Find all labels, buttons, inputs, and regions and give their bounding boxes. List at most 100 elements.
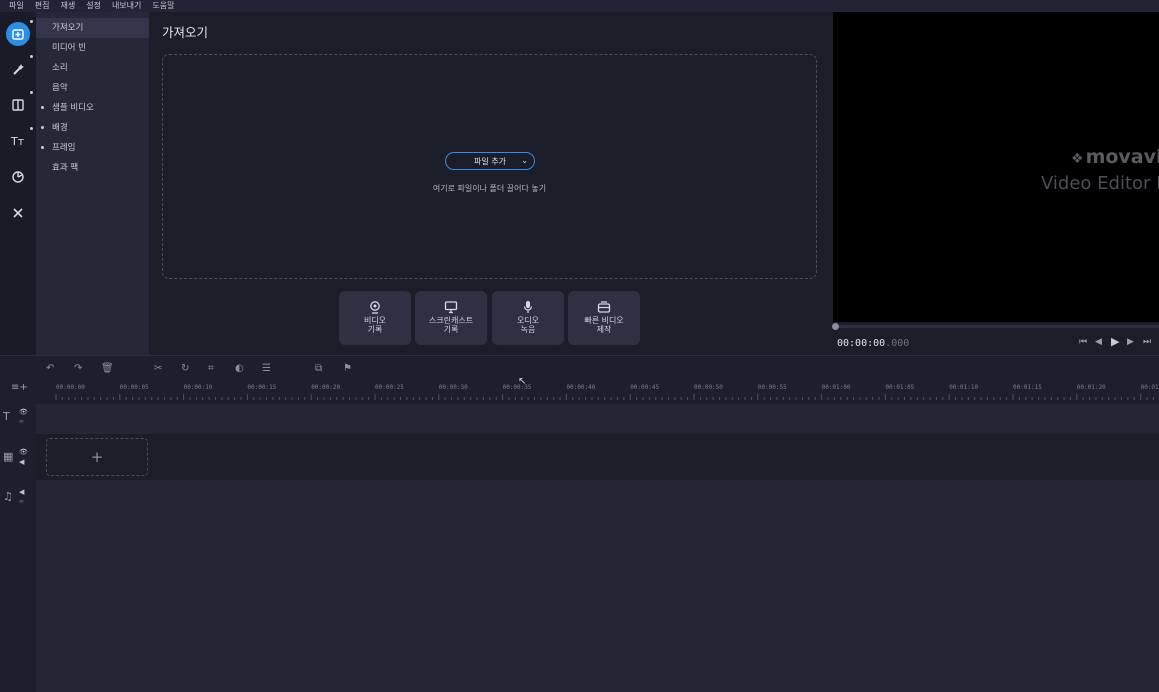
tool-sidebar: Tт [0,12,36,355]
overlay-icon[interactable]: ⧉ [315,363,322,374]
new-content-dot [41,146,44,149]
more-tools-button[interactable] [6,201,30,225]
seek-bar[interactable] [833,325,1159,328]
menu-bar: 파일 편집 재생 설정 내보내기 도움말 [0,0,1159,12]
ruler-tick-label: 00:00:00 [56,384,85,391]
category-label: 효과 팩 [52,163,79,173]
eye-icon[interactable]: 👁 [19,408,28,416]
category-label: 배경 [52,123,68,133]
screen-icon [444,301,458,314]
timecode-ms: .000 [885,338,910,349]
ruler-tick-label: 00:01:15 [1013,384,1042,391]
ruler-tick-label: 00:00:50 [694,384,723,391]
stickers-tool-button[interactable] [6,165,30,189]
menu-settings[interactable]: 설정 [86,0,101,12]
title-track[interactable] [36,404,1159,434]
new-content-dot [41,106,44,109]
record-video-button[interactable]: 비디오 기록 [339,291,411,345]
add-file-button[interactable]: 파일 추가 ⌄ [445,152,535,170]
movavi-logo-icon: ❖ [1071,151,1084,167]
notification-dot [30,55,33,58]
timeline-ruler[interactable]: 00:00:00 00:00:05 00:00:10 00:00:15 00:00:20… [36,380,1159,404]
record-screencast-label-1: 스크린캐스트 [428,316,474,325]
notification-dot [30,127,33,130]
record-screencast-label-2: 기록 [443,325,459,334]
webcam-icon [370,301,380,314]
category-music[interactable]: 음악 [36,78,149,98]
category-label: 미디어 빈 [52,43,86,53]
skip-start-icon[interactable]: ⏮ [1079,337,1087,347]
import-tool-button[interactable] [6,20,33,46]
ruler-tick-label: 00:00:15 [247,384,277,391]
category-media-bin[interactable]: 미디어 빈 [36,38,149,58]
add-track-icon[interactable]: ≡+ [11,382,28,393]
speaker-icon[interactable]: ◀ [19,488,24,496]
cut-icon[interactable]: ✂ [154,363,162,374]
category-label: 가져오기 [52,23,84,33]
video-track[interactable]: + [36,434,1159,480]
crop-icon[interactable]: ⌗ [208,363,214,374]
category-sample-videos[interactable]: 샘플 비디오 [36,98,149,118]
eye-icon[interactable]: 👁 [19,448,28,456]
title-track-icon: T [3,410,10,423]
ruler-tick-label: 00:01:25 [1140,384,1159,391]
menu-help[interactable]: 도움말 [152,0,174,12]
titles-icon: Tт [10,135,25,148]
add-file-label: 파일 추가 [474,156,506,166]
filters-tool-button[interactable] [6,55,33,81]
step-forward-icon[interactable]: ▶ [1127,337,1134,347]
clip-properties-icon[interactable]: ☰ [262,363,271,374]
link-icon[interactable]: ∞ [19,498,24,505]
record-screencast-button[interactable]: 스크린캐스트 기록 [415,291,487,345]
ruler-tick-label: 00:00:05 [119,384,149,391]
rotate-icon[interactable]: ↻ [181,363,189,374]
chevron-down-icon[interactable]: ⌄ [521,156,528,165]
import-category-list: 가져오기 미디어 빈 소리 음악 샘플 비디오 배경 프레임 효과 팩 [36,12,149,355]
video-player[interactable]: ❖ movavi Video Editor P [833,12,1159,322]
magic-wand-icon [13,64,24,75]
titles-tool-button[interactable]: Tт [6,127,33,153]
category-label: 소리 [52,63,68,73]
drop-zone[interactable]: 파일 추가 ⌄ 여기로 파일이나 폴더 끌어다 놓기 [162,54,817,279]
record-video-label-1: 비디오 [363,316,387,325]
record-audio-label-2: 녹음 [520,325,536,334]
notification-dot [30,20,33,23]
menu-export[interactable]: 내보내기 [112,0,141,12]
import-icon [12,29,24,40]
category-label: 프레임 [52,143,76,153]
video-track-icon: ▦ [3,450,14,463]
quick-video-icon [597,301,611,313]
category-backgrounds[interactable]: 배경 [36,118,149,138]
delete-icon[interactable]: 🗑 [101,363,114,374]
ruler-tick-label: 00:00:30 [438,384,468,391]
add-clip-button[interactable]: + [46,438,148,476]
mouse-cursor-icon: ↖ [518,376,527,387]
category-sounds[interactable]: 소리 [36,58,149,78]
menu-playback[interactable]: 재생 [60,0,75,12]
ruler-tick-label: 00:00:10 [183,384,213,391]
ruler-tick-label: 00:00:45 [630,384,660,391]
record-audio-button[interactable]: 오디오 녹음 [492,291,564,345]
seek-handle[interactable] [832,323,839,330]
link-icon[interactable]: ∞ [19,418,24,425]
redo-icon[interactable]: ↷ [74,363,82,374]
drop-hint: 여기로 파일이나 폴더 끌어다 놓기 [432,184,547,193]
ruler-tick-label: 00:00:25 [375,384,404,391]
color-adjust-icon[interactable]: ◐ [235,363,244,374]
audio-track[interactable] [36,480,1159,692]
marker-flag-icon[interactable]: ⚑ [343,363,352,374]
category-effect-packs[interactable]: 효과 팩 [36,158,149,178]
step-back-icon[interactable]: ◀ [1095,337,1102,347]
undo-icon[interactable]: ↶ [46,363,54,374]
notification-dot [30,91,33,94]
menu-file[interactable]: 파일 [9,0,24,12]
menu-edit[interactable]: 편집 [35,0,50,12]
quick-video-button[interactable]: 빠른 비디오 제작 [568,291,640,345]
category-frames[interactable]: 프레임 [36,138,149,158]
skip-end-icon[interactable]: ⏭ [1143,337,1151,347]
transitions-tool-button[interactable] [6,91,33,117]
speaker-icon[interactable]: ◀ [19,458,24,466]
category-import[interactable]: 가져오기 [36,18,149,38]
play-icon[interactable]: ▶ [1111,335,1119,348]
page-title: 가져오기 [162,25,209,40]
